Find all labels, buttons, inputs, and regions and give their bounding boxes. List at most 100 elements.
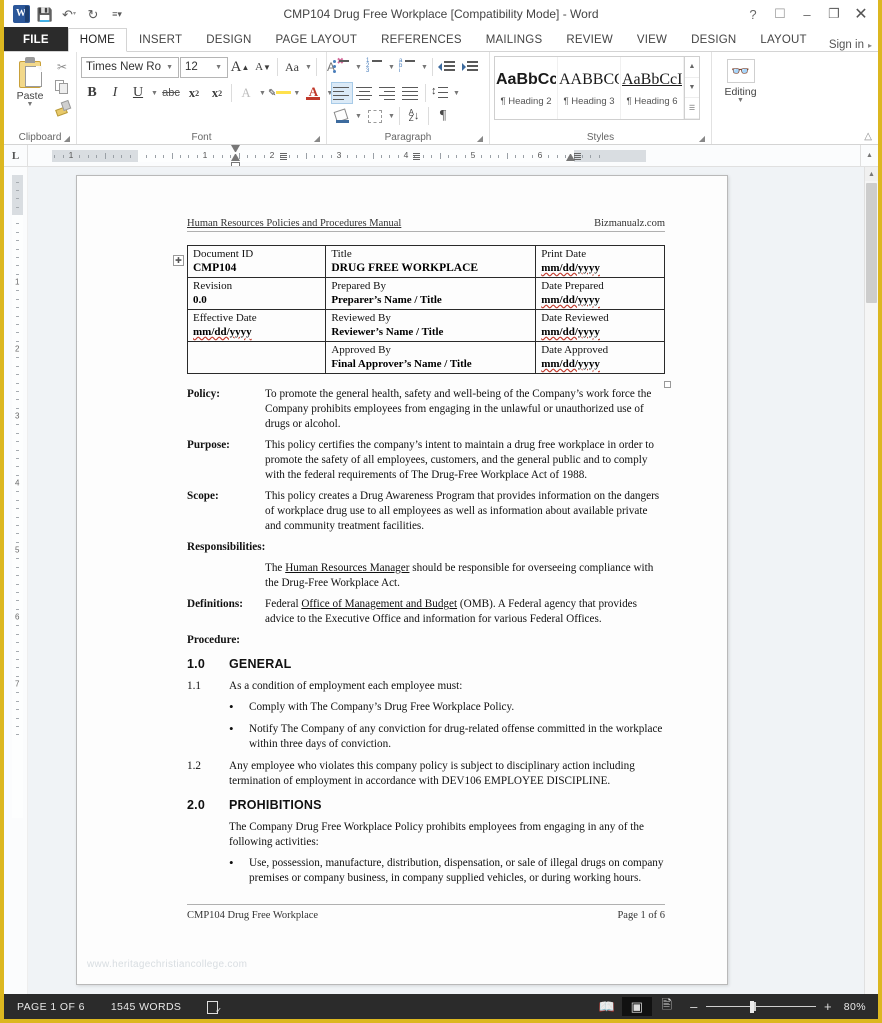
tab-mailings[interactable]: MAILINGS bbox=[474, 27, 555, 51]
cell-revision[interactable]: Revision 0.0 bbox=[186, 277, 327, 310]
change-case-icon[interactable]: Aa bbox=[281, 56, 303, 78]
borders-icon[interactable] bbox=[364, 105, 386, 127]
ruler-right-margin[interactable] bbox=[573, 150, 646, 162]
cell-effective-date[interactable]: Effective Date mm/dd/yyyy bbox=[186, 309, 327, 342]
table-row[interactable]: Approved By Final Approver’s Name / Titl… bbox=[186, 341, 665, 374]
increase-indent-icon[interactable] bbox=[459, 56, 481, 78]
cell-reviewed-by[interactable]: Reviewed By Reviewer’s Name / Title bbox=[325, 309, 537, 342]
scrollbar-thumb[interactable] bbox=[866, 183, 877, 303]
font-dialog-launcher-icon[interactable]: ◢ bbox=[314, 134, 320, 143]
scroll-up-icon[interactable]: ▲ bbox=[865, 167, 878, 181]
cell-empty[interactable] bbox=[186, 341, 327, 374]
sort-icon[interactable]: A Z ↓ bbox=[403, 105, 425, 127]
paste-button[interactable]: Paste ▼ bbox=[8, 55, 52, 108]
document-canvas[interactable]: www.heritagechristiancollege.com ✚ Human… bbox=[28, 167, 878, 994]
styles-scroll-up-icon[interactable]: ▲ bbox=[685, 57, 699, 78]
shrink-font-icon[interactable]: A ▼ bbox=[252, 56, 274, 78]
editing-button[interactable]: 👓 Editing ▼ bbox=[716, 55, 765, 104]
ribbon-display-options-icon[interactable]: ☐ bbox=[767, 2, 793, 26]
chevron-down-icon[interactable]: ▼ bbox=[737, 97, 744, 104]
web-layout-icon[interactable]: 🖹 bbox=[652, 997, 682, 1016]
hanging-indent-marker[interactable] bbox=[231, 154, 241, 161]
font-color-icon[interactable]: A bbox=[302, 82, 324, 104]
tab-insert[interactable]: INSERT bbox=[127, 27, 194, 51]
responsibilities-link[interactable]: Human Resources Manager bbox=[285, 562, 409, 574]
table-row[interactable]: Effective Date mm/dd/yyyy Reviewed By Re… bbox=[186, 309, 665, 342]
chevron-down-icon[interactable]: ▼ bbox=[354, 113, 363, 120]
zoom-in-button[interactable]: + bbox=[822, 999, 834, 1014]
tab-file[interactable]: FILE bbox=[4, 27, 68, 51]
cell-date-approved[interactable]: Date Approved mm/dd/yyyy bbox=[535, 341, 665, 374]
subscript-button[interactable]: x2 bbox=[183, 82, 205, 104]
chevron-down-icon[interactable]: ▼ bbox=[354, 64, 363, 71]
collapse-ribbon-icon[interactable]: △ bbox=[864, 131, 872, 142]
table-row[interactable]: Document ID CMP104 Title DRUG FREE WORKP… bbox=[186, 245, 665, 278]
zoom-level[interactable]: 80% bbox=[842, 1001, 878, 1013]
chevron-down-icon[interactable]: ▼ bbox=[292, 90, 301, 97]
highlight-icon[interactable]: ✎ bbox=[268, 82, 292, 104]
proofing-errors-icon[interactable] bbox=[194, 1000, 233, 1015]
paragraph-dialog-launcher-icon[interactable]: ◢ bbox=[477, 134, 483, 143]
tab-design[interactable]: DESIGN bbox=[194, 27, 263, 51]
style-heading-3[interactable]: AABBCC ¶ Heading 3 bbox=[558, 57, 621, 119]
close-icon[interactable]: ✕ bbox=[848, 2, 874, 26]
redo-icon[interactable]: ↻ bbox=[82, 3, 104, 25]
tab-stop-selector[interactable]: L bbox=[4, 145, 28, 166]
cell-print-date[interactable]: Print Date mm/dd/yyyy bbox=[535, 245, 665, 278]
left-indent-marker[interactable] bbox=[231, 162, 241, 166]
tab-table-design[interactable]: DESIGN bbox=[679, 27, 748, 51]
document-info-table[interactable]: Document ID CMP104 Title DRUG FREE WORKP… bbox=[186, 245, 665, 374]
bold-button[interactable]: B bbox=[81, 82, 103, 104]
ruler-tab-stop[interactable] bbox=[573, 153, 581, 160]
print-layout-icon[interactable]: ▣ bbox=[622, 997, 652, 1016]
text-effects-icon[interactable]: A bbox=[235, 82, 257, 104]
tab-review[interactable]: REVIEW bbox=[554, 27, 625, 51]
tab-view[interactable]: VIEW bbox=[625, 27, 679, 51]
numbering-icon[interactable]: 123 bbox=[364, 56, 386, 78]
restore-icon[interactable]: ❐ bbox=[821, 2, 847, 26]
copy-icon[interactable] bbox=[52, 78, 72, 96]
cell-date-prepared[interactable]: Date Prepared mm/dd/yyyy bbox=[535, 277, 665, 310]
chevron-down-icon[interactable]: ▼ bbox=[27, 101, 34, 108]
multilevel-list-icon[interactable]: abi bbox=[397, 56, 419, 78]
cell-document-id[interactable]: Document ID CMP104 bbox=[186, 245, 327, 278]
first-line-indent-marker[interactable] bbox=[231, 145, 241, 152]
horizontal-ruler[interactable]: 1 1 2 3 4 5 6 bbox=[28, 145, 860, 166]
zoom-out-button[interactable]: – bbox=[688, 999, 700, 1014]
grow-font-icon[interactable]: A ▲ bbox=[229, 56, 251, 78]
customize-qat-icon[interactable]: ≡▾ bbox=[106, 3, 128, 25]
shading-icon[interactable] bbox=[331, 105, 353, 127]
undo-icon[interactable]: ↶ ▾ bbox=[58, 3, 80, 25]
chevron-down-icon[interactable]: ▼ bbox=[258, 90, 267, 97]
table-row[interactable]: Revision 0.0 Prepared By Preparer’s Name… bbox=[186, 277, 665, 310]
styles-scroll-down-icon[interactable]: ▼ bbox=[685, 78, 699, 99]
underline-button[interactable]: U bbox=[127, 82, 149, 104]
line-spacing-icon[interactable] bbox=[429, 82, 451, 104]
justify-icon[interactable] bbox=[400, 82, 422, 104]
help-icon[interactable]: ? bbox=[740, 2, 766, 26]
clipboard-dialog-launcher-icon[interactable]: ◢ bbox=[64, 134, 70, 143]
zoom-slider[interactable] bbox=[706, 1000, 816, 1013]
ruler-tab-stop[interactable] bbox=[280, 153, 288, 160]
bullets-icon[interactable] bbox=[331, 56, 353, 78]
save-icon[interactable]: 💾 bbox=[34, 3, 56, 25]
cell-approved-by[interactable]: Approved By Final Approver’s Name / Titl… bbox=[325, 341, 537, 374]
minimize-icon[interactable]: – bbox=[794, 2, 820, 26]
sign-in-button[interactable]: Sign in ▸ bbox=[829, 39, 878, 51]
tab-references[interactable]: REFERENCES bbox=[369, 27, 474, 51]
style-heading-6[interactable]: AaBbCcI ¶ Heading 6 bbox=[621, 57, 684, 119]
chevron-down-icon[interactable]: ▼ bbox=[420, 64, 429, 71]
styles-more-icon[interactable]: ☰ bbox=[685, 98, 699, 120]
cell-date-reviewed[interactable]: Date Reviewed mm/dd/yyyy bbox=[535, 309, 665, 342]
cell-title[interactable]: Title DRUG FREE WORKPLACE bbox=[325, 245, 537, 278]
align-center-icon[interactable] bbox=[354, 82, 376, 104]
chevron-down-icon[interactable]: ▼ bbox=[387, 64, 396, 71]
style-heading-2[interactable]: AaBbCc ¶ Heading 2 bbox=[495, 57, 558, 119]
align-right-icon[interactable] bbox=[377, 82, 399, 104]
chevron-down-icon[interactable]: ▼ bbox=[150, 90, 159, 97]
align-left-icon[interactable] bbox=[331, 82, 353, 104]
decrease-indent-icon[interactable] bbox=[436, 56, 458, 78]
show-formatting-marks-icon[interactable]: ¶ bbox=[432, 105, 454, 127]
ruler-tab-stop[interactable] bbox=[412, 153, 420, 160]
page-indicator[interactable]: PAGE 1 OF 6 bbox=[4, 1001, 98, 1013]
